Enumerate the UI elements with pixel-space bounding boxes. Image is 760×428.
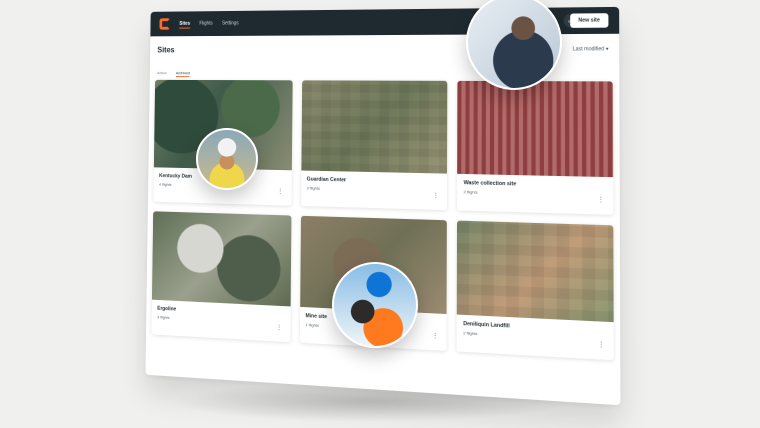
site-name: Guardian Center — [307, 177, 442, 186]
site-card[interactable]: Deniliquin Landfill 2 flights ⋮ — [457, 221, 614, 361]
tab-archived[interactable]: Archived — [176, 70, 190, 77]
chevron-down-icon: ▾ — [606, 46, 609, 52]
sort-dropdown[interactable]: Last modified ▾ — [573, 46, 609, 52]
more-options-icon[interactable]: ⋮ — [277, 188, 284, 196]
site-flight-count: 3 flights — [307, 185, 442, 193]
company-logo-icon[interactable] — [159, 18, 170, 29]
more-options-icon[interactable]: ⋮ — [276, 324, 283, 332]
marketing-composition: Sites Flights Settings BH New site Sites… — [0, 0, 760, 428]
site-thumbnail-image — [152, 211, 291, 306]
site-thumbnail-image — [457, 81, 613, 177]
more-options-icon[interactable]: ⋮ — [432, 191, 439, 199]
site-card[interactable]: Waste collection site 2 flights ⋮ — [457, 81, 613, 215]
site-thumbnail-image — [301, 80, 448, 173]
new-site-button[interactable]: New site — [570, 13, 609, 28]
site-name: Waste collection site — [464, 180, 607, 190]
nav-link-settings[interactable]: Settings — [222, 21, 239, 27]
nav-link-sites[interactable]: Sites — [179, 21, 190, 27]
more-options-icon[interactable]: ⋮ — [597, 340, 605, 349]
site-flight-count: 2 flights — [464, 189, 607, 198]
site-card[interactable]: Ergoline 3 flights ⋮ — [151, 211, 291, 342]
site-status-tabs: Active Archived — [157, 70, 190, 77]
more-options-icon[interactable]: ⋮ — [432, 332, 439, 341]
more-options-icon[interactable]: ⋮ — [597, 196, 605, 205]
page-title: Sites — [157, 46, 174, 55]
sort-label: Last modified — [573, 46, 605, 52]
site-card[interactable]: Guardian Center 3 flights ⋮ — [301, 80, 448, 210]
person-photo — [196, 128, 258, 190]
person-photo — [332, 262, 418, 348]
nav-link-flights[interactable]: Flights — [199, 21, 213, 27]
tab-active[interactable]: Active — [157, 70, 167, 77]
site-thumbnail-image — [457, 221, 614, 323]
